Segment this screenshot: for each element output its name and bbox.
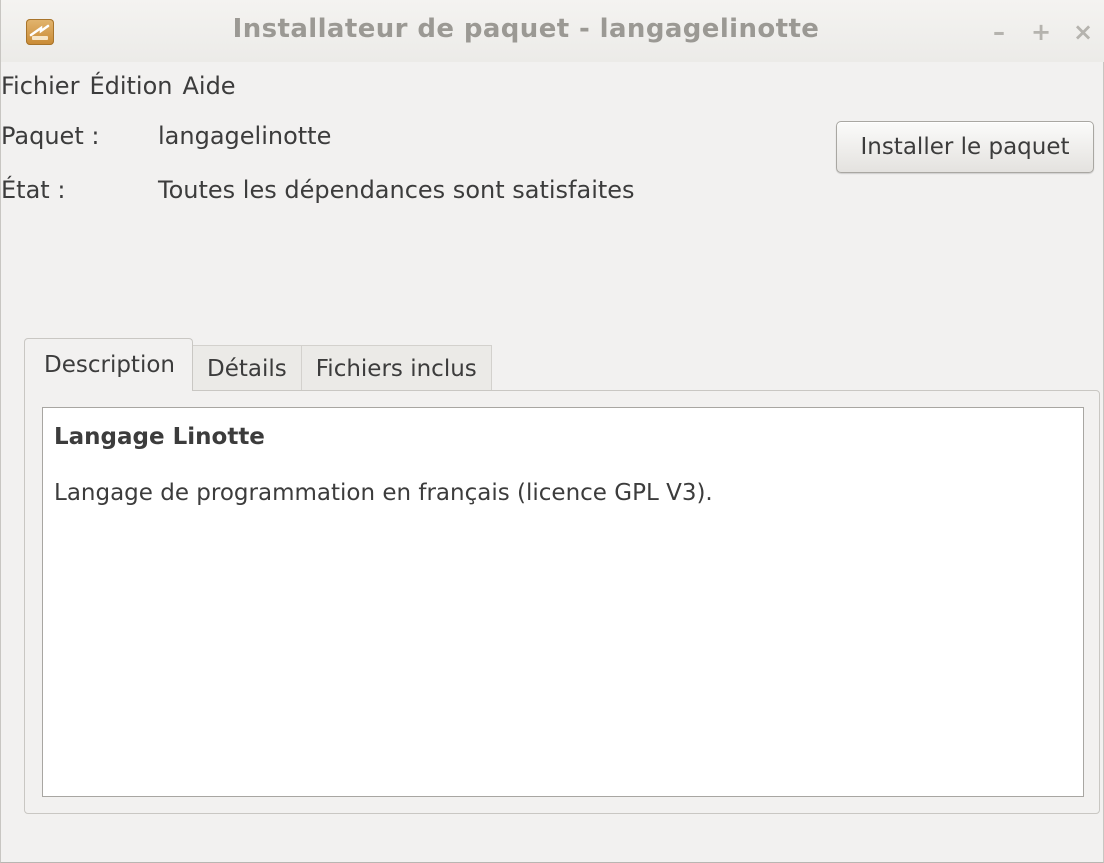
tab-included-files[interactable]: Fichiers inclus [301, 345, 492, 391]
tab-panel-description: Langage Linotte Langage de programmation… [24, 390, 1100, 814]
minimize-icon[interactable]: – [989, 18, 1009, 46]
close-icon[interactable]: × [1073, 18, 1093, 46]
status-value: Toutes les dépendances sont satisfaites [158, 176, 635, 204]
menu-aide[interactable]: Aide [177, 72, 240, 100]
title-bar[interactable]: Installateur de paquet - langagelinotte … [1, 0, 1104, 62]
tab-bar: Description Détails Fichiers inclus [24, 338, 492, 391]
description-title: Langage Linotte [54, 424, 265, 450]
install-package-button[interactable]: Installer le paquet [836, 121, 1094, 173]
menu-fichier[interactable]: Fichier [1, 72, 84, 100]
menu-edition[interactable]: Édition [84, 72, 177, 100]
status-label: État : [1, 176, 66, 204]
maximize-icon[interactable]: + [1031, 18, 1051, 46]
package-installer-window: Installateur de paquet - langagelinotte … [0, 0, 1104, 863]
tab-details[interactable]: Détails [193, 345, 302, 391]
description-text-area[interactable]: Langage Linotte Langage de programmation… [42, 407, 1084, 797]
window-controls: – + × [989, 18, 1093, 46]
package-name: langagelinotte [158, 122, 332, 150]
window-title: Installateur de paquet - langagelinotte [232, 14, 820, 44]
description-body: Langage de programmation en français (li… [54, 480, 713, 506]
menu-bar: Fichier Édition Aide [1, 64, 241, 108]
package-label: Paquet : [1, 122, 100, 150]
tab-description[interactable]: Description [24, 338, 193, 391]
